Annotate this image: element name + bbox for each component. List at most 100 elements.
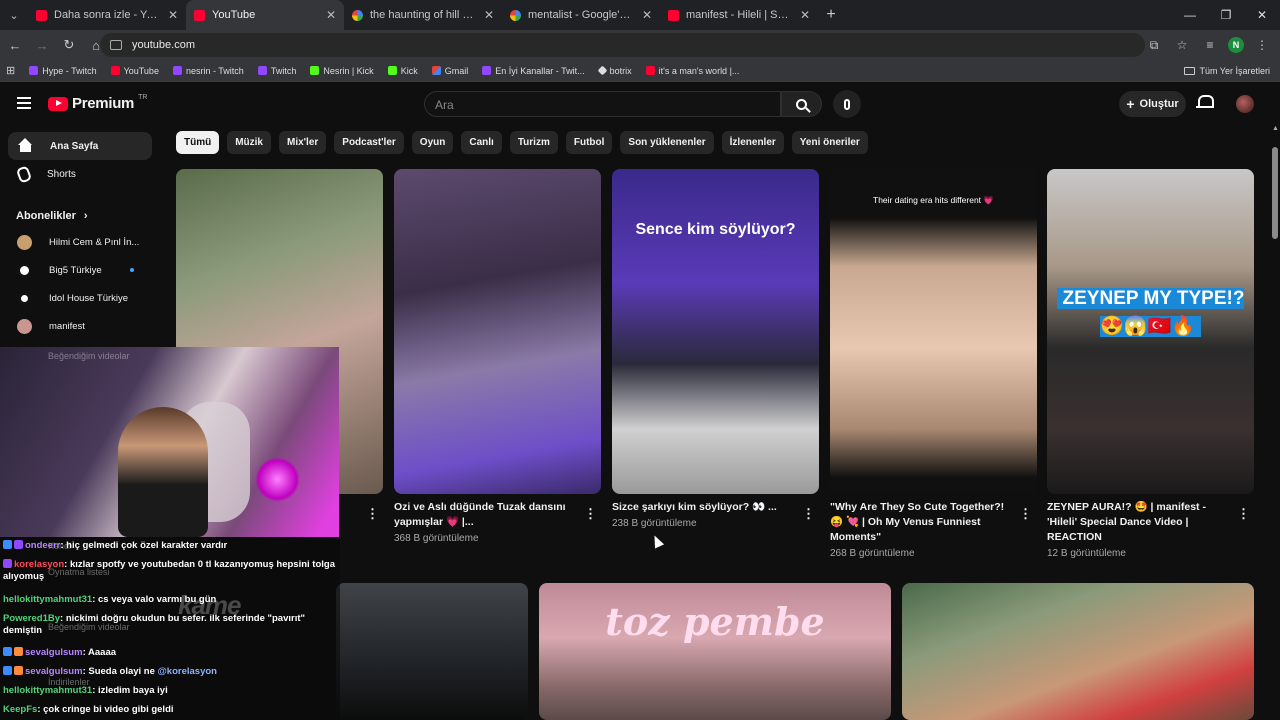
menu-icon[interactable] <box>17 97 31 109</box>
chip[interactable]: Yeni öneriler <box>791 131 868 154</box>
video-thumbnail[interactable] <box>902 583 1254 720</box>
video-thumbnail[interactable]: Their dating era hits different 💗 <box>830 169 1037 494</box>
youtube-logo[interactable]: Premium TR <box>48 94 147 112</box>
install-app-icon[interactable]: ⧉ <box>1144 38 1164 53</box>
bookmark-item[interactable]: YouTube <box>110 66 159 76</box>
video-thumbnail[interactable]: Sence kim söylüyor? <box>612 169 819 494</box>
chip[interactable]: Turizm <box>509 131 558 154</box>
tab-3[interactable]: mentalist - Google'da Ara ✕ <box>502 0 660 30</box>
apps-grid-icon[interactable]: ⊞ <box>6 64 15 77</box>
video-menu-icon[interactable]: ⋮ <box>1019 506 1032 522</box>
tab-title: manifest - Hileli | Special Dance <box>686 9 793 21</box>
video-thumbnail[interactable]: toz pembe <box>539 583 891 720</box>
thumbnail-caption: ZEYNEP MY TYPE!? 😍😱🇹🇷🔥 <box>1047 285 1254 341</box>
search-button[interactable] <box>781 91 822 117</box>
video-title[interactable]: ZEYNEP AURA!? 🤩 | manifest - 'Hileli' Sp… <box>1047 500 1237 545</box>
chip[interactable]: Mix'ler <box>279 131 327 154</box>
create-button[interactable]: + Oluştur <box>1119 91 1186 117</box>
close-icon[interactable]: ✕ <box>642 8 652 22</box>
channel-avatar <box>17 290 32 306</box>
chip[interactable]: Futbol <box>565 131 613 154</box>
subscription-item[interactable]: Hilmi Cem & Pınl İn... <box>0 228 160 256</box>
video-thumbnail[interactable]: ZEYNEP MY TYPE!? 😍😱🇹🇷🔥 <box>1047 169 1254 494</box>
bookmark-item[interactable]: nesrin - Twitch <box>172 66 244 76</box>
gmail-icon <box>431 66 441 75</box>
chip-all[interactable]: Tümü <box>176 131 220 154</box>
scrollbar-thumb[interactable] <box>1272 147 1278 239</box>
bookmark-item[interactable]: it's a man's world |... <box>645 66 739 76</box>
close-icon[interactable]: ✕ <box>484 8 494 22</box>
video-menu-icon[interactable]: ⋮ <box>1237 506 1250 522</box>
youtube-icon <box>194 9 205 21</box>
chat-message: KeepFs: çok cringe bi video gibi geldi <box>3 704 335 716</box>
video-title[interactable]: Ozi ve Aslı düğünde Tuzak dansını yapmış… <box>394 500 584 530</box>
all-bookmarks-button[interactable]: Tüm Yer İşaretleri <box>1184 66 1270 76</box>
chat-badge-icon <box>3 540 12 549</box>
kick-icon <box>310 66 320 75</box>
subscription-item[interactable]: manifest <box>0 312 160 340</box>
video-title[interactable]: Sizce şarkıyı kim söylüyor? 👀 ... <box>612 500 802 515</box>
chat-username: hellokittymahmut31 <box>3 594 93 605</box>
video-title[interactable]: "Why Are They So Cute Together?! 😝 💘 | O… <box>830 500 1020 545</box>
video-thumbnail[interactable] <box>394 169 601 494</box>
chip[interactable]: Müzik <box>227 131 271 154</box>
browser-menu-icon[interactable]: ⋮ <box>1252 38 1272 52</box>
botrix-icon <box>597 65 608 76</box>
reload-icon[interactable]: ↻ <box>57 33 81 57</box>
bookmark-item[interactable]: Hype - Twitch <box>29 66 97 76</box>
thumbnail-caption: Their dating era hits different 💗 <box>873 195 994 205</box>
twitch-icon <box>29 66 39 75</box>
chip[interactable]: Podcast'ler <box>334 131 404 154</box>
close-icon[interactable]: ✕ <box>800 8 810 22</box>
bookmark-item[interactable]: Gmail <box>431 66 468 76</box>
subscription-item[interactable]: Big5 Türkiye <box>0 256 160 284</box>
video-menu-icon[interactable]: ⋮ <box>802 506 815 522</box>
video-thumbnail[interactable] <box>336 583 528 720</box>
site-info-icon[interactable] <box>110 40 122 50</box>
voice-search-button[interactable] <box>833 90 861 118</box>
scroll-up-icon[interactable]: ▲ <box>1272 125 1279 132</box>
chip[interactable]: İzlenenler <box>721 131 784 154</box>
close-window-icon[interactable]: ✕ <box>1244 0 1280 30</box>
bookmark-item[interactable]: botrix <box>597 65 632 76</box>
restore-icon[interactable]: ❐ <box>1208 0 1244 30</box>
back-icon[interactable]: ← <box>3 33 27 57</box>
tab-4[interactable]: manifest - Hileli | Special Dance ✕ <box>660 0 818 30</box>
tab-1[interactable]: YouTube ✕ <box>186 0 344 30</box>
plus-icon: + <box>1126 96 1135 112</box>
sidebar-item-home[interactable]: Ana Sayfa <box>8 132 152 160</box>
bookmark-item[interactable]: Kick <box>387 66 418 76</box>
bookmark-star-icon[interactable]: ☆ <box>1172 38 1192 52</box>
bookmark-label: botrix <box>609 65 632 76</box>
bookmark-item[interactable]: En İyi Kanallar - Twit... <box>482 66 585 76</box>
chip[interactable]: Canlı <box>461 131 502 154</box>
chip[interactable]: Son yüklenenler <box>620 131 714 154</box>
bookmark-item[interactable]: Nesrin | Kick <box>310 66 374 76</box>
tab-2[interactable]: the haunting of hill house - Goo ✕ <box>344 0 502 30</box>
minimize-icon[interactable]: — <box>1172 0 1208 30</box>
search-input[interactable]: Ara <box>424 91 781 117</box>
video-menu-icon[interactable]: ⋮ <box>584 506 597 522</box>
media-controls-icon[interactable]: ≡ <box>1200 38 1220 52</box>
page-scrollbar[interactable]: ▲ <box>1270 125 1280 720</box>
profile-avatar[interactable]: N <box>1228 37 1244 53</box>
chip[interactable]: Oyun <box>411 131 454 154</box>
shorts-icon <box>15 164 33 184</box>
tab-search-icon[interactable]: ⌄ <box>0 0 28 30</box>
forward-icon[interactable]: → <box>30 33 54 57</box>
new-tab-button[interactable]: + <box>818 6 844 24</box>
tab-0[interactable]: Daha sonra izle - YouTube ✕ <box>28 0 186 30</box>
subscription-item[interactable]: Idol House Türkiye <box>0 284 160 312</box>
chat-badge-icon <box>3 559 12 568</box>
sidebar-item-shorts[interactable]: Shorts <box>8 160 152 188</box>
notifications-bell-icon[interactable] <box>1196 95 1214 110</box>
account-avatar[interactable] <box>1236 95 1254 113</box>
chat-text: : Aaaaa <box>82 647 117 658</box>
address-bar[interactable]: youtube.com <box>100 33 1145 57</box>
youtube-header: Premium TR Ara + Oluştur <box>0 83 1280 125</box>
close-icon[interactable]: ✕ <box>168 8 178 22</box>
close-icon[interactable]: ✕ <box>326 8 336 22</box>
bookmark-item[interactable]: Twitch <box>257 66 296 76</box>
video-menu-icon[interactable]: ⋮ <box>366 506 379 522</box>
subscriptions-heading[interactable]: Abonelikler › <box>16 210 160 222</box>
